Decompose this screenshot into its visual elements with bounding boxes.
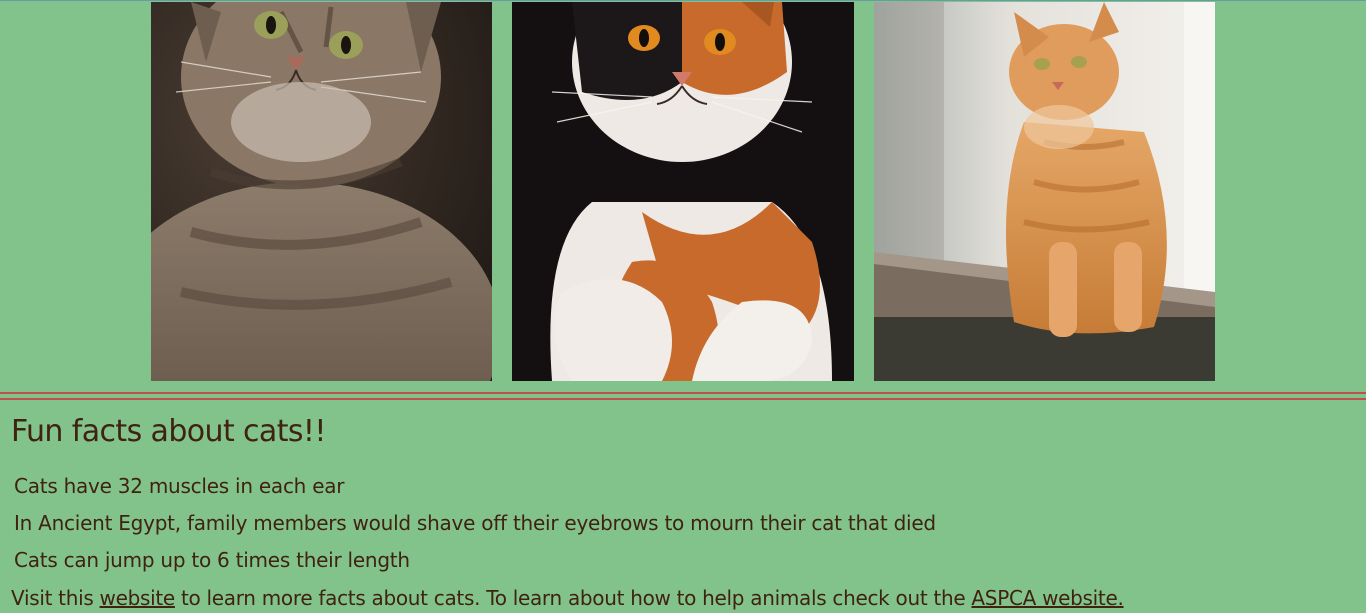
- calico-cat-photo: [512, 2, 854, 381]
- orange-cat-photo: [874, 2, 1215, 381]
- footer-text: Visit this website to learn more facts a…: [11, 583, 1124, 613]
- footer-text-part: Visit this: [11, 586, 100, 610]
- divider-line: [0, 398, 1366, 400]
- list-item: Cats have 32 muscles in each ear: [14, 474, 345, 498]
- cat-photo-gallery: [0, 1, 1366, 382]
- divider-line: [0, 392, 1366, 394]
- website-link[interactable]: website: [100, 586, 176, 610]
- page-heading: Fun facts about cats!!: [11, 414, 326, 449]
- aspca-website-link[interactable]: ASPCA website.: [971, 586, 1123, 610]
- footer-text-part: to learn more facts about cats. To learn…: [174, 586, 972, 610]
- list-item: Cats can jump up to 6 times their length: [14, 548, 410, 572]
- cat-facts-list: Cats have 32 muscles in each ear In Anci…: [14, 468, 936, 579]
- list-item: In Ancient Egypt, family members would s…: [14, 511, 936, 535]
- tabby-cat-photo: [151, 2, 492, 381]
